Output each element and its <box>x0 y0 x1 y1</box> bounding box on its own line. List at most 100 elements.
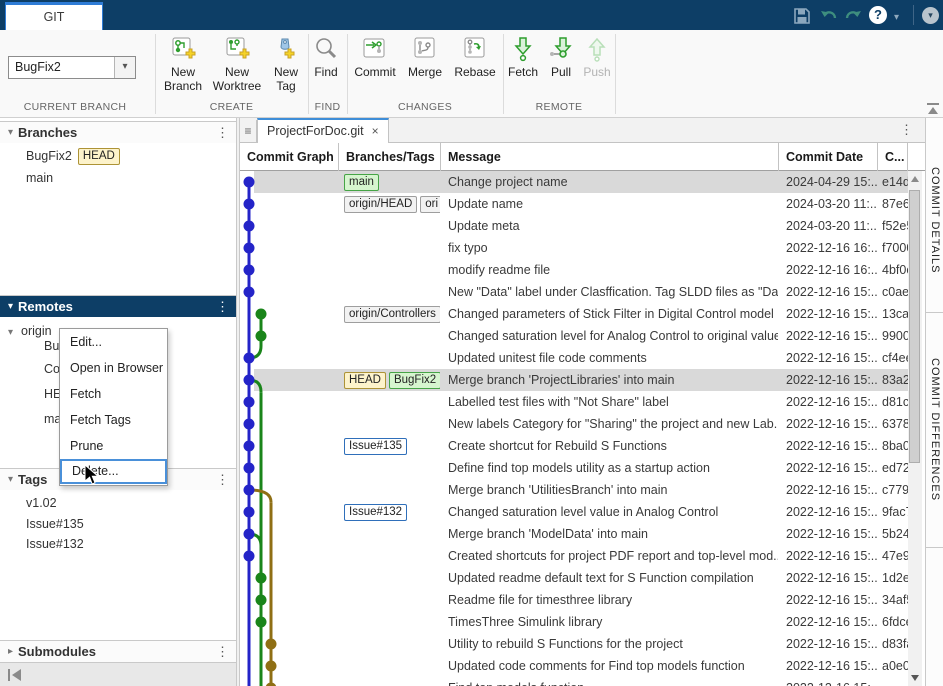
menu-item-prune[interactable]: Prune <box>60 433 167 459</box>
find-button[interactable]: Find <box>304 36 348 79</box>
tab-projectfordoc[interactable]: ProjectForDoc.git× <box>257 118 389 143</box>
column-header-commit-date[interactable]: Commit Date <box>779 143 878 171</box>
commit-node[interactable] <box>244 265 255 276</box>
commit-node[interactable] <box>244 463 255 474</box>
table-row[interactable]: HEADBugFix2Merge branch 'ProjectLibrarie… <box>240 369 908 391</box>
undo-icon[interactable] <box>820 7 838 25</box>
sidebar-item-branch-BugFix2[interactable]: BugFix2HEAD <box>26 146 120 166</box>
table-row[interactable]: Merge branch 'UtilitiesBranch' into main… <box>240 479 908 501</box>
help-dropdown-caret-icon[interactable]: ▾ <box>894 12 899 23</box>
commit-node[interactable] <box>244 551 255 562</box>
commit-node[interactable] <box>244 397 255 408</box>
table-row[interactable]: TimesThree Simulink library2022-12-16 15… <box>240 611 908 633</box>
push-button[interactable]: Push <box>579 36 615 79</box>
commit-node[interactable] <box>244 287 255 298</box>
fetch-button[interactable]: Fetch <box>503 36 543 79</box>
table-row[interactable]: Updated readme default text for S Functi… <box>240 567 908 589</box>
column-header-branches-tags[interactable]: Branches/Tags <box>339 143 441 171</box>
table-row[interactable]: Merge branch 'ModelData' into main2022-1… <box>240 523 908 545</box>
table-row[interactable]: mainChange project name2024-04-29 15:...… <box>240 171 908 193</box>
close-icon[interactable]: × <box>372 124 379 138</box>
commit-node[interactable] <box>256 573 267 584</box>
commit-node[interactable] <box>244 419 255 430</box>
sidebar-section-branches[interactable]: ▾ Branches ⋮ <box>0 121 236 143</box>
commit-node[interactable] <box>244 221 255 232</box>
collapse-triangle-icon[interactable]: ▾ <box>0 127 18 138</box>
kebab-icon[interactable]: ⋮ <box>216 125 236 141</box>
menu-item-delete---[interactable]: Delete... <box>60 459 167 484</box>
commit-node[interactable] <box>256 331 267 342</box>
table-row[interactable]: Issue#132Changed saturation level value … <box>240 501 908 523</box>
table-row[interactable]: Update meta2024-03-20 11:...f52e5 <box>240 215 908 237</box>
help-icon[interactable]: ? <box>869 6 887 24</box>
table-row[interactable]: Updated unitest file code comments2022-1… <box>240 347 908 369</box>
commit-node[interactable] <box>266 661 277 672</box>
kebab-icon[interactable]: ⋮ <box>216 644 236 660</box>
table-row[interactable]: fix typo2022-12-16 16:...f7000 <box>240 237 908 259</box>
commit-node[interactable] <box>244 441 255 452</box>
combo-dropdown-icon[interactable]: ▾ <box>114 57 135 78</box>
current-branch-combo[interactable]: BugFix2 ▾ <box>8 56 136 79</box>
sidebar-section-submodules[interactable]: ▸ Submodules ⋮ <box>0 640 236 662</box>
table-row[interactable]: New "Data" label under Clasffication. Ta… <box>240 281 908 303</box>
kebab-icon[interactable]: ⋮ <box>216 472 236 488</box>
table-row[interactable]: Labelled test files with "Not Share" lab… <box>240 391 908 413</box>
commit-button[interactable]: Commit <box>349 36 401 79</box>
tab-git[interactable]: GIT <box>5 2 103 30</box>
collapse-panel-icon[interactable] <box>8 669 22 681</box>
rebase-button[interactable]: Rebase <box>450 36 500 79</box>
table-row[interactable]: Changed saturation level for Analog Cont… <box>240 325 908 347</box>
scroll-up-icon[interactable] <box>911 176 919 182</box>
new-tag-button[interactable]: New Tag <box>264 36 308 93</box>
merge-button[interactable]: Merge <box>401 36 449 79</box>
expand-triangle-icon[interactable]: ▸ <box>0 646 18 657</box>
scroll-down-icon[interactable] <box>911 675 919 681</box>
commit-node[interactable] <box>244 177 255 188</box>
table-row[interactable]: origin/HEADoriUpdate name2024-03-20 11:.… <box>240 193 908 215</box>
menu-item-edit---[interactable]: Edit... <box>60 329 167 355</box>
tab-list-icon[interactable]: ≡ <box>240 120 257 142</box>
sidebar-item-remote-branch[interactable]: Co <box>44 359 60 379</box>
commit-node[interactable] <box>266 683 277 686</box>
collapse-ribbon-icon[interactable] <box>926 103 940 115</box>
collapse-triangle-icon[interactable]: ▾ <box>0 474 18 485</box>
commit-node[interactable] <box>244 353 255 364</box>
commit-node[interactable] <box>266 639 277 650</box>
commit-node[interactable] <box>244 507 255 518</box>
sidebar-item-branch-main[interactable]: main <box>26 168 53 188</box>
commit-node[interactable] <box>244 485 255 496</box>
table-row[interactable]: Define find top models utility as a star… <box>240 457 908 479</box>
menu-item-fetch[interactable]: Fetch <box>60 381 167 407</box>
menu-item-fetch-tags[interactable]: Fetch Tags <box>60 407 167 433</box>
collapse-triangle-icon[interactable]: ▾ <box>0 301 18 312</box>
new-worktree-button[interactable]: New Worktree <box>205 36 269 93</box>
table-row[interactable]: Find top models function2022-12-16 15:..… <box>240 677 908 686</box>
commit-node[interactable] <box>244 243 255 254</box>
table-row[interactable]: Readme file for timesthree library2022-1… <box>240 589 908 611</box>
sidebar-section-remotes[interactable]: ▾ Remotes ⋮ <box>0 295 236 317</box>
commit-node[interactable] <box>244 375 255 386</box>
commit-node[interactable] <box>244 199 255 210</box>
redo-icon[interactable] <box>844 7 862 25</box>
table-row[interactable]: New labels Category for "Sharing" the pr… <box>240 413 908 435</box>
kebab-icon[interactable]: ⋮ <box>216 299 236 315</box>
column-header-commit-graph[interactable]: Commit Graph <box>240 143 339 171</box>
new-branch-button[interactable]: New Branch <box>157 36 209 93</box>
sidebar-item-tag-v1.02[interactable]: v1.02 <box>26 493 57 513</box>
table-row[interactable]: modify readme file2022-12-16 16:...4bf0c <box>240 259 908 281</box>
tab-commit-details[interactable]: COMMIT DETAILS <box>926 128 943 313</box>
commit-node[interactable] <box>256 595 267 606</box>
table-row[interactable]: Created shortcuts for project PDF report… <box>240 545 908 567</box>
table-row[interactable]: Utility to rebuild S Functions for the p… <box>240 633 908 655</box>
commit-node[interactable] <box>256 617 267 628</box>
table-row[interactable]: origin/ControllersChanged parameters of … <box>240 303 908 325</box>
kebab-icon[interactable]: ⋮ <box>900 122 913 138</box>
pull-button[interactable]: Pull <box>543 36 579 79</box>
tab-commit-differences[interactable]: COMMIT DIFFERENCES <box>926 313 943 548</box>
menu-item-open-in-browser[interactable]: Open in Browser <box>60 355 167 381</box>
column-header-commit-id[interactable]: C... <box>878 143 908 171</box>
more-options-icon[interactable]: ▾ <box>922 7 939 24</box>
table-row[interactable]: Updated code comments for Find top model… <box>240 655 908 677</box>
sidebar-item-tag-Issue#132[interactable]: Issue#132 <box>26 534 84 554</box>
column-header-message[interactable]: Message <box>441 143 779 171</box>
